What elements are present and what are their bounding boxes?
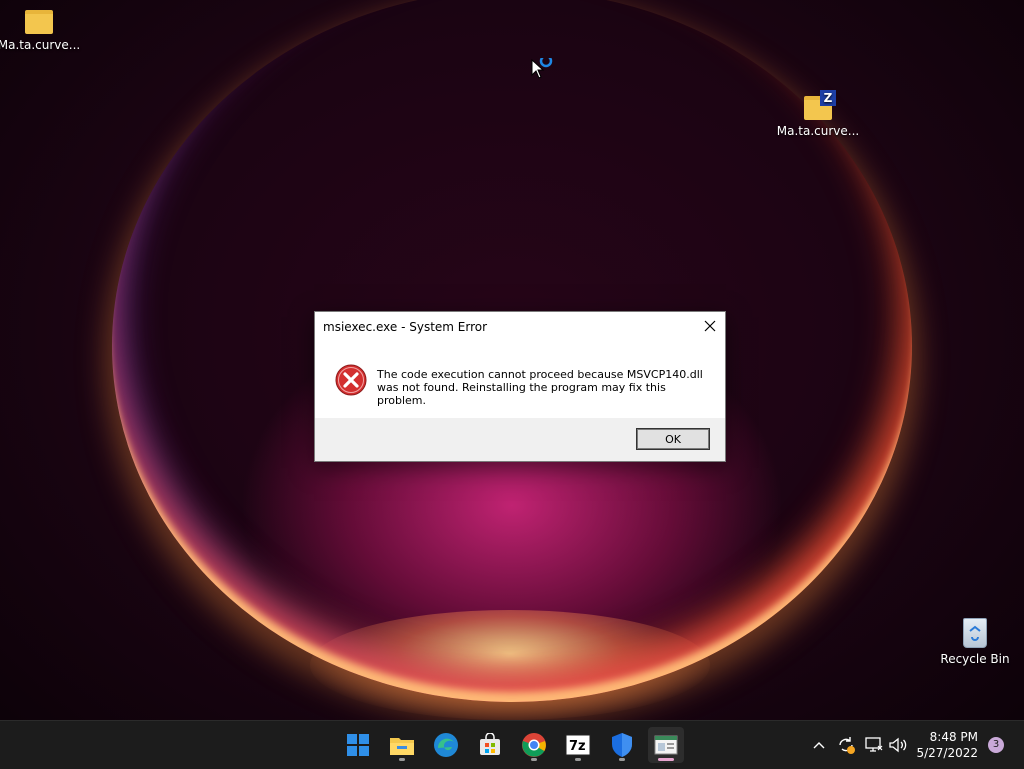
active-indicator — [658, 758, 674, 761]
tray-network-button[interactable] — [864, 721, 884, 769]
running-indicator — [399, 758, 405, 761]
clock-time: 8:48 PM — [929, 730, 978, 744]
zip-folder-icon — [804, 90, 836, 120]
clock-date: 5/27/2022 — [916, 746, 978, 760]
taskbar-edge[interactable] — [428, 727, 464, 763]
sync-warning-icon — [839, 737, 855, 754]
dialog-title: msiexec.exe - System Error — [323, 320, 488, 334]
running-indicator — [531, 758, 537, 761]
running-indicator — [619, 758, 625, 761]
dialog-footer: OK — [315, 418, 725, 461]
taskbar-windows-security[interactable] — [604, 727, 640, 763]
taskbar: 7z 8:48 PM 5/27/2022 3 — [0, 720, 1024, 769]
notification-badge[interactable]: 3 — [988, 737, 1004, 753]
taskbar-active-window[interactable] — [648, 727, 684, 763]
file-explorer-icon — [390, 738, 414, 755]
ok-button[interactable]: OK — [636, 428, 710, 450]
taskbar-7zip[interactable]: 7z — [560, 727, 596, 763]
desktop-icon-label: Recycle Bin — [940, 652, 1010, 666]
show-hidden-icons-button[interactable] — [812, 721, 826, 769]
recycle-bin-icon — [963, 618, 987, 648]
dialog-message: The code execution cannot proceed becaus… — [377, 368, 703, 407]
desktop-icon-label: Ma.ta.curve... — [776, 124, 860, 138]
svg-text:7z: 7z — [569, 739, 586, 754]
taskbar-chrome[interactable] — [516, 727, 552, 763]
clock[interactable]: 8:48 PM 5/27/2022 — [916, 729, 978, 761]
taskbar-file-explorer[interactable] — [384, 727, 420, 763]
7zip-icon: 7z — [565, 734, 591, 756]
network-icon — [865, 737, 883, 752]
window-icon — [654, 735, 678, 755]
chrome-icon — [522, 733, 546, 757]
tray-sync-button[interactable] — [836, 721, 856, 769]
volume-icon — [889, 737, 907, 753]
store-icon — [480, 733, 500, 755]
close-icon — [704, 320, 716, 332]
shield-icon — [612, 733, 632, 757]
system-error-dialog: msiexec.exe - System Error The code exec… — [314, 311, 726, 462]
chevron-up-icon — [813, 742, 825, 749]
desktop-icon-label: Ma.ta.curve... — [0, 38, 81, 52]
desktop-icon-zip-folder[interactable]: Ma.ta.curve... — [770, 90, 866, 138]
running-indicator — [575, 758, 581, 761]
start-button[interactable] — [340, 727, 376, 763]
tray-volume-button[interactable] — [888, 721, 908, 769]
mouse-cursor-busy-icon — [530, 54, 554, 82]
desktop-icon-recycle-bin[interactable]: Recycle Bin — [927, 618, 1023, 666]
folder-icon — [25, 10, 53, 34]
edge-icon — [434, 733, 458, 757]
taskbar-microsoft-store[interactable] — [472, 727, 508, 763]
desktop-icon-folder[interactable]: Ma.ta.curve... — [0, 10, 87, 52]
windows-logo-icon — [347, 734, 369, 756]
error-icon — [335, 364, 367, 396]
close-button[interactable] — [695, 312, 725, 340]
